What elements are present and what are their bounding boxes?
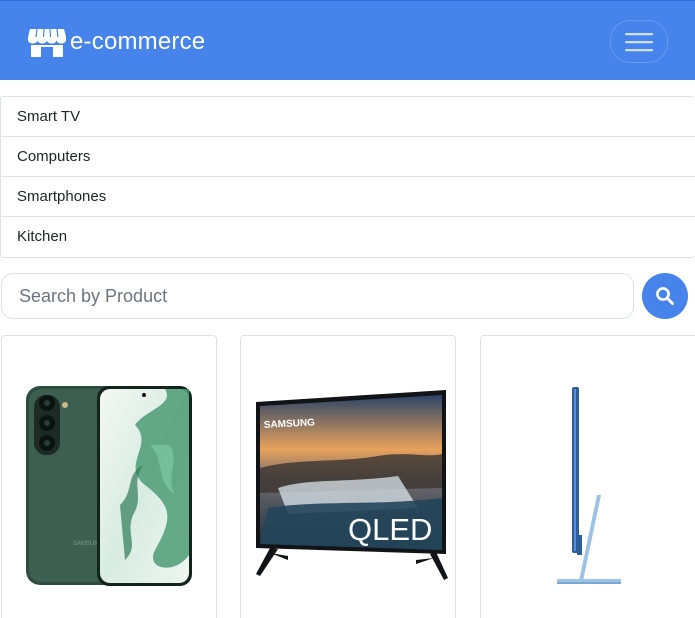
search-button[interactable] [642,273,688,319]
category-item-smart-tv[interactable]: Smart TV [1,97,695,137]
brand-name: e-commerce [70,28,206,55]
brand[interactable]: e-commerce [27,25,205,59]
product-card[interactable]: SAMSUNG [1,335,217,618]
hamburger-menu-icon [624,30,654,54]
product-card[interactable] [480,335,695,618]
product-card[interactable]: SAMSUNG QLED [240,335,456,618]
category-item-kitchen[interactable]: Kitchen [1,217,695,257]
smartphone-image: SAMSUNG [26,386,192,586]
menu-toggle-button[interactable] [610,20,668,63]
smart-tv-image: SAMSUNG QLED [256,390,448,580]
category-list: Smart TV Computers Smartphones Kitchen [0,96,695,258]
tv-qled-badge: QLED [348,512,432,547]
storefront-icon [27,26,67,58]
navbar: e-commerce [0,0,695,80]
category-item-smartphones[interactable]: Smartphones [1,177,695,217]
search-icon [655,286,675,306]
category-item-computers[interactable]: Computers [1,137,695,177]
search-input[interactable] [1,273,634,319]
all-in-one-computer-image [557,387,621,584]
